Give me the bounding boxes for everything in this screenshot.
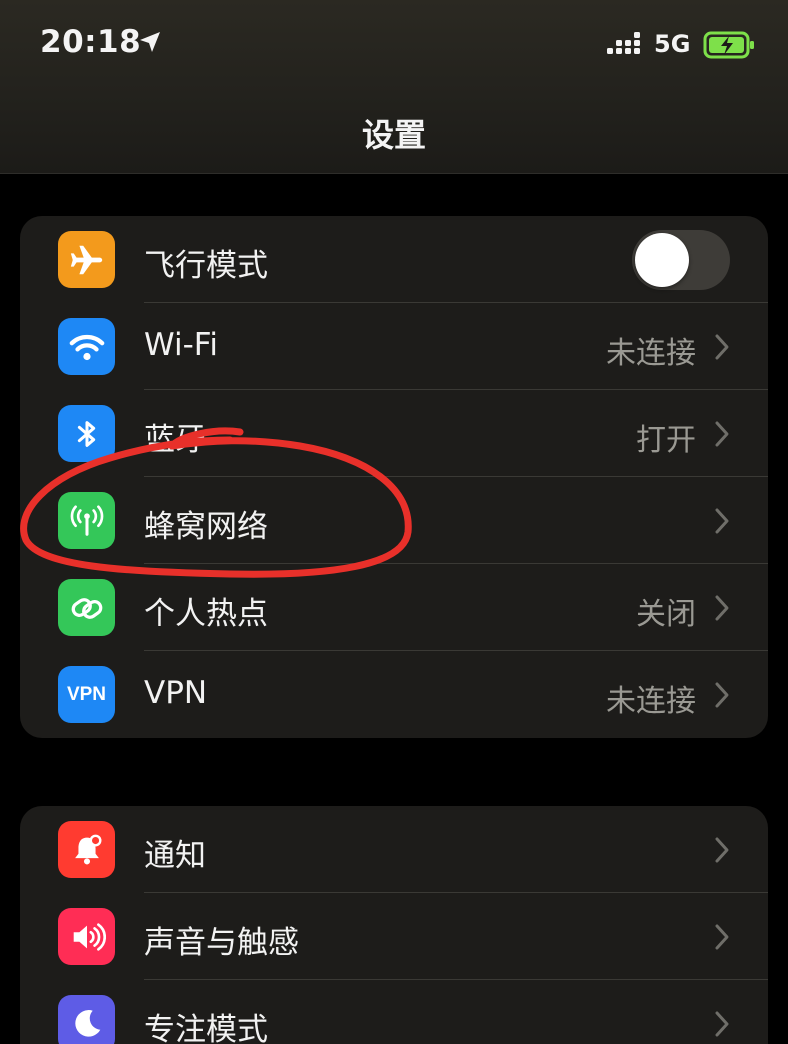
settings-row-wifi[interactable]: Wi-Fi 未连接 <box>20 303 768 390</box>
settings-row-personal-hotspot[interactable]: 个人热点 关闭 <box>20 564 768 651</box>
settings-row-bluetooth[interactable]: 蓝牙 打开 <box>20 390 768 477</box>
row-label: 专注模式 <box>144 1012 268 1044</box>
row-label: 通知 <box>144 838 206 874</box>
row-value: 未连接 <box>606 336 696 371</box>
row-label: 飞行模式 <box>144 248 268 284</box>
settings-row-airplane-mode[interactable]: 飞行模式 <box>20 216 768 303</box>
row-value: 关闭 <box>636 597 696 632</box>
chevron-right-icon <box>715 1011 729 1037</box>
header: 20:18 5G 设置 <box>0 0 788 174</box>
settings-row-notifications[interactable]: 通知 <box>20 806 768 893</box>
hotspot-link-icon <box>58 579 115 636</box>
vpn-icon-text: VPN <box>66 683 107 705</box>
settings-screen: 20:18 5G 设置 飞行模式 Wi-Fi 未连接 蓝牙 打开 蜂窝网络 个人… <box>0 0 788 1044</box>
page-title: 设置 <box>361 116 426 154</box>
settings-row-vpn[interactable]: VPN VPN 未连接 <box>20 651 768 738</box>
battery-charging-icon <box>703 31 754 59</box>
row-label: 个人热点 <box>144 596 268 632</box>
wifi-icon <box>58 318 115 375</box>
airplane-mode-toggle[interactable] <box>632 230 730 290</box>
chevron-right-icon <box>715 334 729 360</box>
airplane-icon <box>58 231 115 288</box>
location-arrow-icon <box>140 32 160 52</box>
toggle-knob[interactable] <box>635 233 689 287</box>
moon-icon <box>58 995 115 1044</box>
settings-row-cellular[interactable]: 蜂窝网络 <box>20 477 768 564</box>
row-value: 未连接 <box>606 684 696 719</box>
status-time: 20:18 <box>40 24 142 60</box>
settings-group-notifications: 通知 声音与触感 专注模式 <box>20 806 768 1044</box>
chevron-right-icon <box>715 421 729 447</box>
row-label: 蜂窝网络 <box>144 509 268 545</box>
row-label: 蓝牙 <box>144 422 206 458</box>
row-label: Wi-Fi <box>144 327 218 363</box>
bluetooth-icon <box>58 405 115 462</box>
speaker-icon <box>58 908 115 965</box>
chevron-right-icon <box>715 508 729 534</box>
chevron-right-icon <box>715 837 729 863</box>
settings-group-connectivity: 飞行模式 Wi-Fi 未连接 蓝牙 打开 蜂窝网络 个人热点 关闭 VPN VP… <box>20 216 768 738</box>
chevron-right-icon <box>715 924 729 950</box>
chevron-right-icon <box>715 682 729 708</box>
antenna-icon <box>58 492 115 549</box>
network-type: 5G <box>654 30 691 58</box>
vpn-icon: VPN <box>58 666 115 723</box>
notification-bell-icon <box>58 821 115 878</box>
row-label: 声音与触感 <box>144 925 299 961</box>
settings-row-sounds-haptics[interactable]: 声音与触感 <box>20 893 768 980</box>
row-label: VPN <box>144 675 208 711</box>
chevron-right-icon <box>715 595 729 621</box>
settings-row-focus[interactable]: 专注模式 <box>20 980 768 1044</box>
row-value: 打开 <box>636 423 696 458</box>
signal-bars-icon <box>607 32 640 54</box>
